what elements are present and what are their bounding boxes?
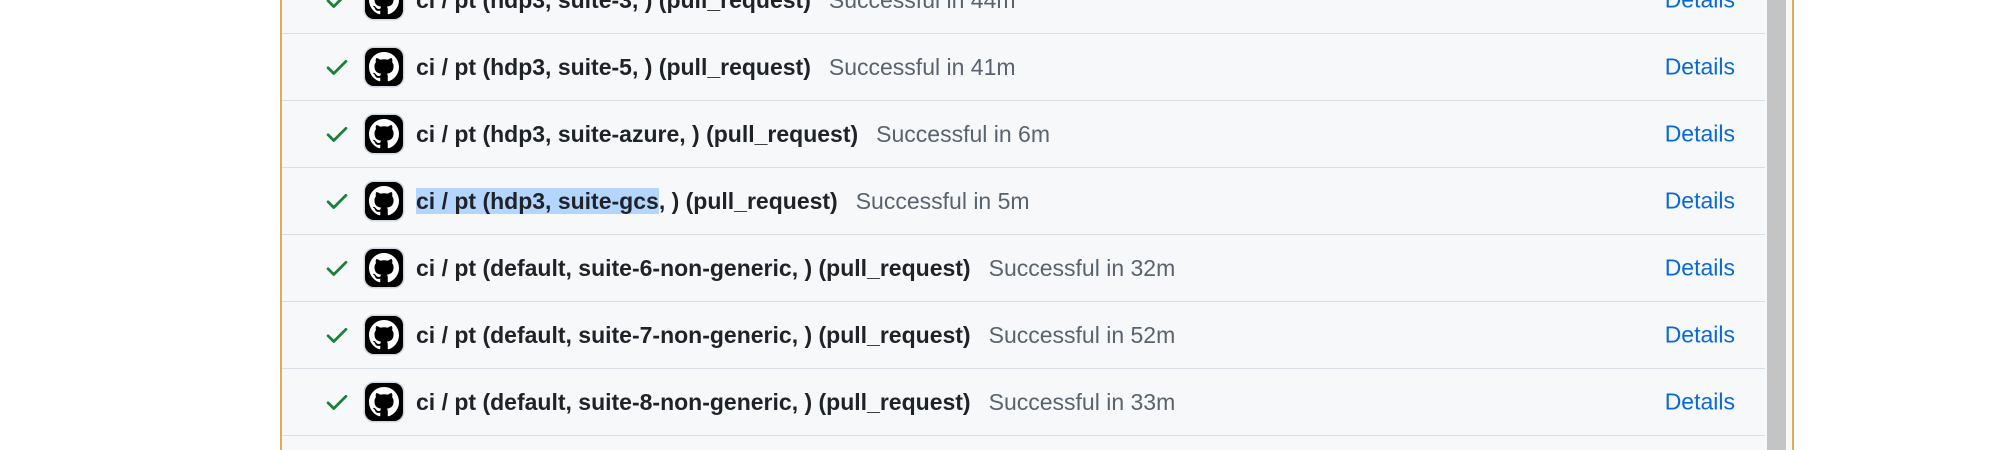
check-name-pre: ci / pt (hdp3, suite-azure, ) (pull_requ… <box>416 121 859 147</box>
check-row: ci / pt (hdp3, suite-3, ) (pull_request)… <box>282 0 1765 34</box>
check-name-pre: ci / pt (default, suite-6-non-generic, )… <box>416 255 971 281</box>
check-row: ci / pt (default, suite-7-non-generic, )… <box>282 302 1765 369</box>
check-name-post: , ) (pull_request) <box>658 188 838 214</box>
check-row: ci / pt (hdp3, suite-5, ) (pull_request)… <box>282 34 1765 101</box>
check-status: Successful in 33m <box>988 389 1176 415</box>
details-link[interactable]: Details <box>1665 54 1735 81</box>
github-logo-icon <box>365 249 403 287</box>
check-row: ci / pt (hdp3, suite-gcs, ) (pull_reques… <box>282 168 1765 235</box>
check-text: ci / pt (default, suite-7-non-generic, )… <box>416 320 1175 350</box>
github-logo-icon <box>365 383 403 421</box>
check-name-pre: ci / pt (hdp3, suite-5, ) (pull_request) <box>416 54 811 80</box>
check-status: Successful in 32m <box>988 255 1176 281</box>
details-link[interactable]: Details <box>1665 322 1735 349</box>
check-icon <box>324 54 350 80</box>
check-name[interactable]: ci / pt (hdp3, suite-azure, ) (pull_requ… <box>416 121 858 147</box>
check-name[interactable]: ci / pt (default, suite-7-non-generic, )… <box>416 322 971 348</box>
check-text: ci / pt (default, suite-8-non-generic, )… <box>416 387 1175 417</box>
check-name[interactable]: ci / pt (hdp3, suite-gcs, ) (pull_reques… <box>416 188 838 214</box>
check-status: Successful in 6m <box>876 121 1051 147</box>
check-name[interactable]: ci / pt (default, suite-8-non-generic, )… <box>416 389 971 415</box>
check-name[interactable]: ci / pt (hdp3, suite-5, ) (pull_request) <box>416 54 811 80</box>
check-icon <box>324 389 350 415</box>
details-link[interactable]: Details <box>1665 0 1735 14</box>
checks-panel: ci / pt (hdp3, suite-3, ) (pull_request)… <box>280 0 1794 450</box>
check-icon <box>324 0 350 13</box>
check-text: ci / pt (hdp3, suite-azure, ) (pull_requ… <box>416 119 1050 149</box>
scrollbar[interactable] <box>1767 0 1786 450</box>
details-link[interactable]: Details <box>1665 121 1735 148</box>
check-name-pre: ci / pt (default, suite-7-non-generic, )… <box>416 322 971 348</box>
check-name-pre: ci / pt (default, suite-8-non-generic, )… <box>416 389 971 415</box>
check-text: ci / pt (hdp3, suite-3, ) (pull_request)… <box>416 0 1016 15</box>
github-logo-icon <box>365 316 403 354</box>
check-icon <box>324 188 350 214</box>
check-name[interactable]: ci / pt (default, suite-6-non-generic, )… <box>416 255 971 281</box>
check-status: Successful in 44m <box>828 0 1016 13</box>
checks-list: ci / pt (hdp3, suite-3, ) (pull_request)… <box>282 0 1765 436</box>
check-row: ci / pt (default, suite-6-non-generic, )… <box>282 235 1765 302</box>
check-icon <box>324 121 350 147</box>
check-status: Successful in 52m <box>988 322 1176 348</box>
github-logo-icon <box>365 0 403 19</box>
check-name[interactable]: ci / pt (hdp3, suite-3, ) (pull_request) <box>416 0 811 13</box>
check-text: ci / pt (default, suite-6-non-generic, )… <box>416 253 1175 283</box>
check-text: ci / pt (hdp3, suite-5, ) (pull_request)… <box>416 52 1016 82</box>
check-icon <box>324 322 350 348</box>
github-logo-icon <box>365 115 403 153</box>
details-link[interactable]: Details <box>1665 255 1735 282</box>
check-name-selected: ci / pt (hdp3, suite-gcs <box>416 188 659 214</box>
github-logo-icon <box>365 48 403 86</box>
check-text: ci / pt (hdp3, suite-gcs, ) (pull_reques… <box>416 186 1030 216</box>
details-link[interactable]: Details <box>1665 389 1735 416</box>
check-name-pre: ci / pt (hdp3, suite-3, ) (pull_request) <box>416 0 811 13</box>
check-icon <box>324 255 350 281</box>
check-row: ci / pt (hdp3, suite-azure, ) (pull_requ… <box>282 101 1765 168</box>
github-logo-icon <box>365 182 403 220</box>
check-row: ci / pt (default, suite-8-non-generic, )… <box>282 369 1765 436</box>
check-status: Successful in 41m <box>828 54 1016 80</box>
check-status: Successful in 5m <box>855 188 1030 214</box>
details-link[interactable]: Details <box>1665 188 1735 215</box>
